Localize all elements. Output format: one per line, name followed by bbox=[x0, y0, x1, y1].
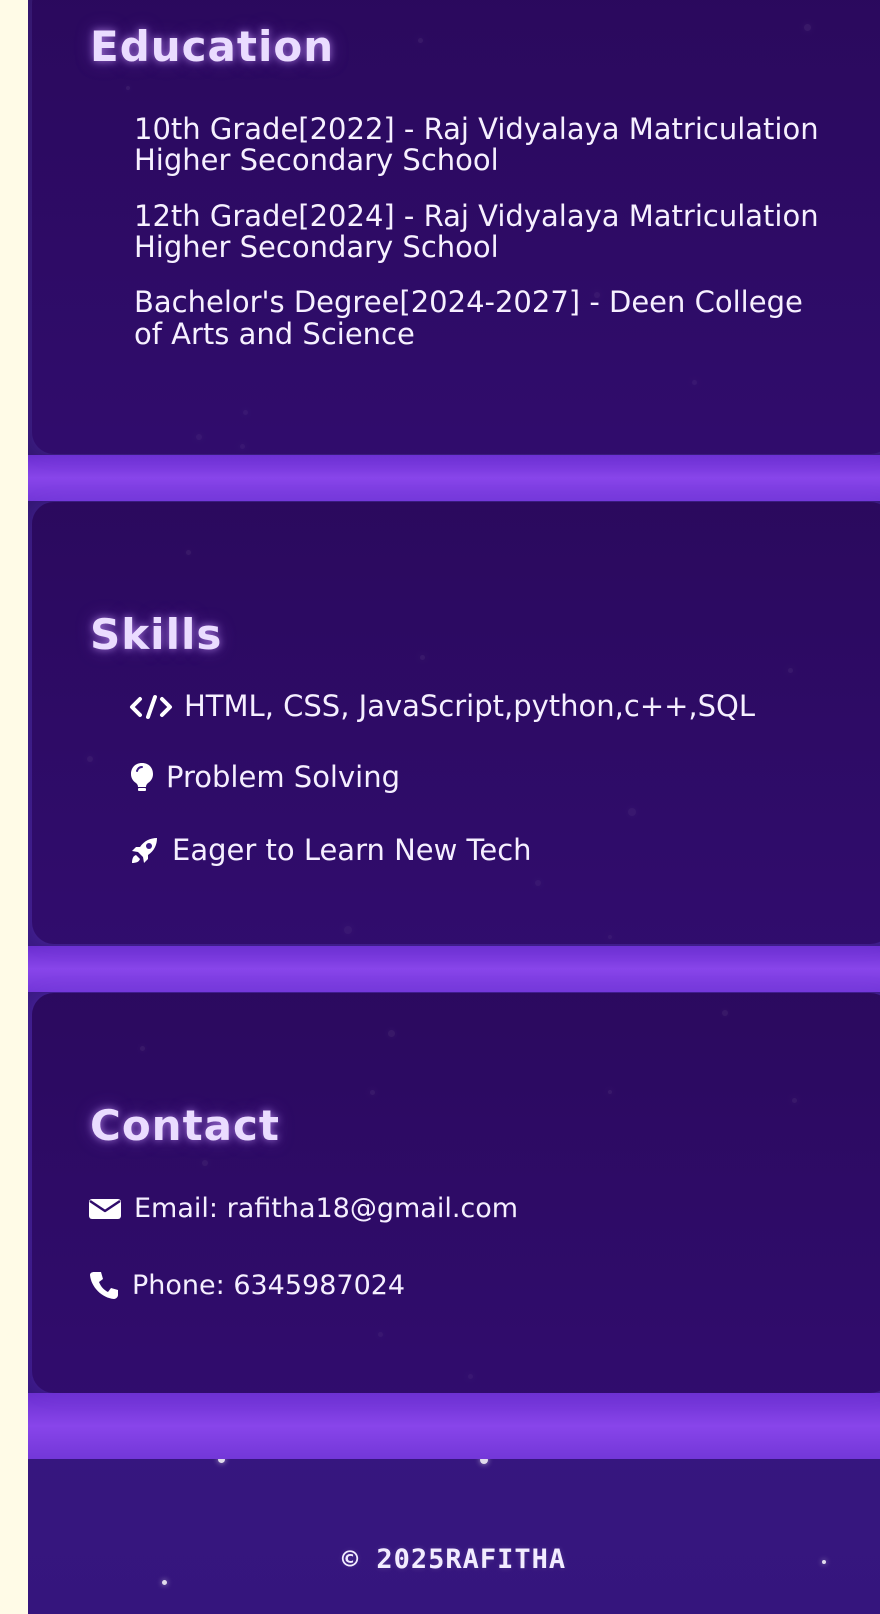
skill-label: Eager to Learn New Tech bbox=[172, 832, 532, 867]
education-card: Education 10th Grade[2022] - Raj Vidyala… bbox=[32, 0, 880, 454]
section-divider-band bbox=[28, 455, 880, 501]
lightbulb-icon bbox=[128, 761, 156, 793]
skills-card: Skills HTML, CSS, JavaScript,python,c++,… bbox=[32, 502, 880, 944]
contact-item-email: Email: rafitha18@gmail.com bbox=[88, 1195, 518, 1222]
contact-list: Email: rafitha18@gmail.com Phone: 634598… bbox=[88, 1195, 518, 1348]
rocket-icon bbox=[128, 833, 162, 867]
footer-copyright: © 2025RAFITHA bbox=[341, 1544, 567, 1575]
contact-label[interactable]: Email: rafitha18@gmail.com bbox=[134, 1195, 518, 1222]
contact-card: Contact Email: rafitha18@gmail.com Phone… bbox=[32, 993, 880, 1393]
skills-list: HTML, CSS, JavaScript,python,c++,SQL Pro… bbox=[128, 692, 755, 907]
section-divider-band bbox=[28, 946, 880, 992]
code-icon bbox=[128, 693, 174, 721]
skill-label: Problem Solving bbox=[166, 759, 400, 794]
portfolio-viewport: Education 10th Grade[2022] - Raj Vidyala… bbox=[28, 0, 880, 1614]
education-item: 10th Grade[2022] - Raj Vidyalaya Matricu… bbox=[134, 112, 819, 178]
skill-label: HTML, CSS, JavaScript,python,c++,SQL bbox=[184, 689, 756, 723]
contact-label[interactable]: Phone: 6345987024 bbox=[132, 1272, 405, 1299]
contact-item-phone: Phone: 6345987024 bbox=[88, 1269, 518, 1301]
education-item: Bachelor's Degree[2024-2027] - Deen Coll… bbox=[134, 285, 803, 351]
skill-item: Eager to Learn New Tech bbox=[128, 833, 755, 867]
email-icon bbox=[88, 1197, 122, 1221]
footer: © 2025RAFITHA bbox=[28, 1480, 880, 1614]
education-list: 10th Grade[2022] - Raj Vidyalaya Matricu… bbox=[134, 112, 824, 374]
skill-item: HTML, CSS, JavaScript,python,c++,SQL bbox=[128, 692, 755, 721]
skill-item: Problem Solving bbox=[128, 761, 755, 793]
phone-icon bbox=[88, 1269, 120, 1301]
skills-title: Skills bbox=[90, 610, 223, 659]
education-item: 12th Grade[2024] - Raj Vidyalaya Matricu… bbox=[134, 198, 819, 264]
section-divider-band bbox=[28, 1393, 880, 1459]
education-title: Education bbox=[90, 22, 335, 71]
contact-title: Contact bbox=[90, 1101, 280, 1150]
